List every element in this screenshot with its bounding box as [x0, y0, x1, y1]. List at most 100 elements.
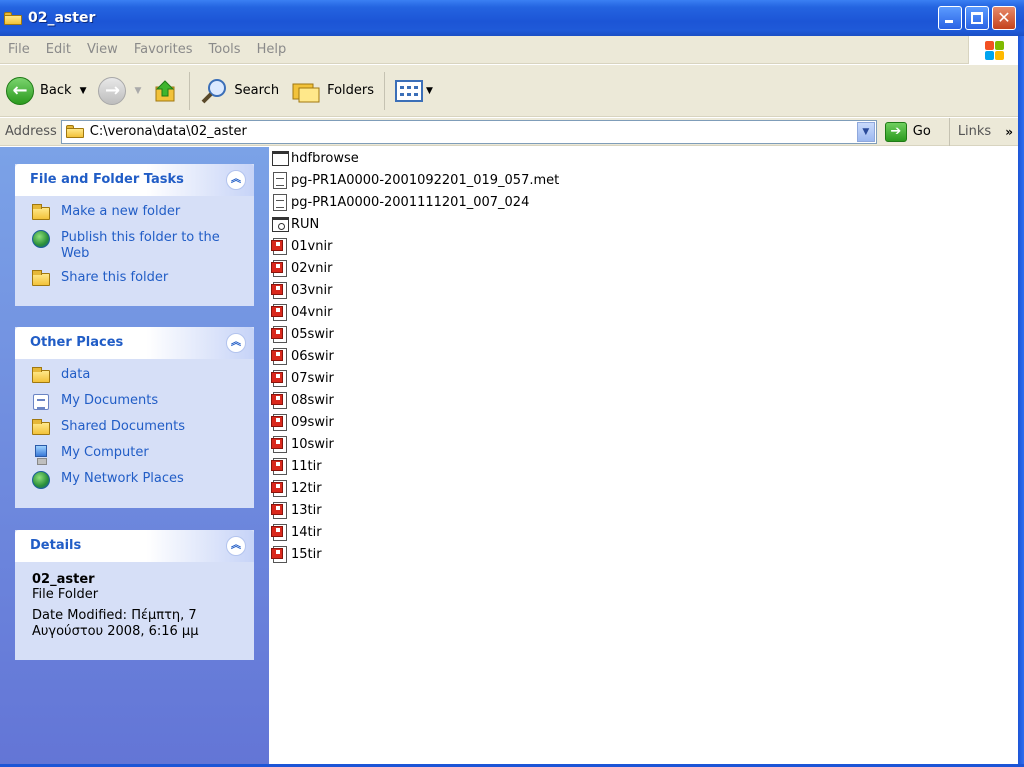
- image-file-icon: [271, 545, 289, 563]
- menu-file[interactable]: File: [0, 42, 38, 57]
- file-item[interactable]: pg-PR1A0000-2001111201_007_024: [271, 192, 529, 212]
- file-item[interactable]: 15tir: [271, 544, 322, 564]
- file-item[interactable]: 02vnir: [271, 258, 332, 278]
- other-places-panel: Other Places ︽ data My Documents Shared …: [15, 327, 254, 508]
- shared-folder-icon: [31, 419, 51, 437]
- place-label: data: [61, 367, 91, 382]
- place-my-computer[interactable]: My Computer: [15, 445, 254, 465]
- place-my-documents[interactable]: My Documents: [15, 393, 254, 411]
- file-item[interactable]: 01vnir: [271, 236, 332, 256]
- collapse-icon[interactable]: ︽: [226, 536, 246, 556]
- menu-help[interactable]: Help: [249, 42, 295, 57]
- close-button[interactable]: ✕: [992, 6, 1016, 30]
- back-dropdown-icon[interactable]: ▼: [80, 86, 87, 96]
- up-folder-icon: [155, 79, 175, 101]
- file-item[interactable]: pg-PR1A0000-2001092201_019_057.met: [271, 170, 559, 190]
- maximize-button[interactable]: [965, 6, 989, 30]
- details-folder-type: File Folder: [32, 587, 99, 602]
- folders-button[interactable]: Folders: [285, 71, 380, 111]
- file-name: 03vnir: [291, 282, 333, 298]
- folders-label: Folders: [327, 83, 375, 98]
- close-icon: ✕: [997, 8, 1011, 27]
- panel-header[interactable]: Details ︽: [15, 530, 254, 562]
- place-data[interactable]: data: [15, 367, 254, 385]
- collapse-icon[interactable]: ︽: [226, 170, 246, 190]
- back-button[interactable]: ← Back ▼: [0, 71, 92, 111]
- file-item[interactable]: RUN: [271, 214, 319, 234]
- minimize-button[interactable]: [938, 6, 962, 30]
- details-folder-name: 02_aster: [32, 572, 95, 587]
- menu-tools[interactable]: Tools: [201, 42, 249, 57]
- image-file-icon: [271, 369, 289, 387]
- address-input[interactable]: C:\verona\data\02_aster ▼: [60, 119, 877, 144]
- panel-header[interactable]: File and Folder Tasks ︽: [15, 164, 254, 196]
- go-arrow-icon: ➔: [884, 121, 907, 142]
- forward-button[interactable]: → ▼: [92, 71, 147, 111]
- up-folder-button[interactable]: [147, 71, 185, 111]
- file-item[interactable]: 10swir: [271, 434, 334, 454]
- file-name: RUN: [291, 216, 320, 232]
- forward-dropdown-icon[interactable]: ▼: [134, 86, 141, 96]
- details-date-modified: Date Modified: Πέμπτη, 7 Αυγούστου 2008,…: [32, 608, 199, 639]
- file-item[interactable]: 09swir: [271, 412, 334, 432]
- image-file-icon: [271, 303, 289, 321]
- file-name: 02vnir: [291, 260, 333, 276]
- task-share-folder[interactable]: Share this folder: [15, 270, 254, 288]
- place-label: My Documents: [61, 393, 159, 408]
- file-item[interactable]: hdfbrowse: [271, 148, 359, 168]
- minimize-icon: [945, 20, 953, 23]
- views-icon: [395, 79, 424, 102]
- go-button[interactable]: ➔ Go: [884, 121, 931, 142]
- toolbar-separator: [189, 71, 191, 110]
- file-name: 06swir: [291, 348, 334, 364]
- chevron-down-icon[interactable]: ▼: [856, 121, 875, 142]
- menu-favorites[interactable]: Favorites: [126, 42, 201, 57]
- panel-header[interactable]: Other Places ︽: [15, 327, 254, 359]
- file-item[interactable]: 07swir: [271, 368, 334, 388]
- panel-title: Details: [30, 538, 82, 553]
- file-item[interactable]: 12tir: [271, 478, 322, 498]
- toolbar-separator: [384, 71, 386, 110]
- search-button[interactable]: Search: [194, 71, 285, 111]
- file-folder-tasks-panel: File and Folder Tasks ︽ Make a new folde…: [15, 164, 254, 306]
- title-bar[interactable]: 02_aster ✕: [0, 0, 1024, 36]
- file-name: 12tir: [291, 480, 322, 496]
- my-documents-icon: [31, 393, 51, 411]
- views-dropdown-icon[interactable]: ▼: [426, 86, 433, 96]
- task-label: Make a new folder: [61, 204, 181, 219]
- file-item[interactable]: 14tir: [271, 522, 322, 542]
- links-button[interactable]: Links: [948, 117, 991, 146]
- collapse-icon[interactable]: ︽: [226, 333, 246, 353]
- file-item[interactable]: 03vnir: [271, 280, 332, 300]
- task-publish-to-web[interactable]: Publish this folder to the Web: [15, 230, 254, 262]
- file-list: hdfbrowse pg-PR1A0000-2001092201_019_057…: [269, 147, 1018, 767]
- details-panel: Details ︽ 02_aster File Folder Date Modi…: [15, 530, 254, 660]
- file-item[interactable]: 11tir: [271, 456, 322, 476]
- file-item[interactable]: 04vnir: [271, 302, 332, 322]
- task-make-new-folder[interactable]: Make a new folder: [15, 204, 254, 222]
- window-title: 02_aster: [28, 10, 96, 26]
- toolbar: ← Back ▼ → ▼ Search Folders ▼: [0, 65, 1018, 117]
- image-file-icon: [271, 281, 289, 299]
- menu-edit[interactable]: Edit: [38, 42, 79, 57]
- file-item[interactable]: 05swir: [271, 324, 334, 344]
- file-item[interactable]: 06swir: [271, 346, 334, 366]
- links-chevron-icon[interactable]: »: [1005, 125, 1013, 139]
- file-item[interactable]: 08swir: [271, 390, 334, 410]
- file-name: 08swir: [291, 392, 334, 408]
- file-name: 14tir: [291, 524, 322, 540]
- views-button[interactable]: ▼: [389, 71, 439, 111]
- place-my-network-places[interactable]: My Network Places: [15, 471, 254, 489]
- back-label: Back: [40, 83, 72, 98]
- task-pane: File and Folder Tasks ︽ Make a new folde…: [0, 147, 269, 767]
- address-value: C:\verona\data\02_aster: [89, 124, 247, 139]
- new-folder-icon: [31, 204, 51, 222]
- window-right-border: [1018, 36, 1024, 767]
- image-file-icon: [271, 259, 289, 277]
- image-file-icon: [271, 237, 289, 255]
- file-item[interactable]: 13tir: [271, 500, 322, 520]
- place-shared-documents[interactable]: Shared Documents: [15, 419, 254, 437]
- menu-view[interactable]: View: [79, 42, 126, 57]
- address-label: Address: [5, 124, 57, 139]
- file-name: 10swir: [291, 436, 334, 452]
